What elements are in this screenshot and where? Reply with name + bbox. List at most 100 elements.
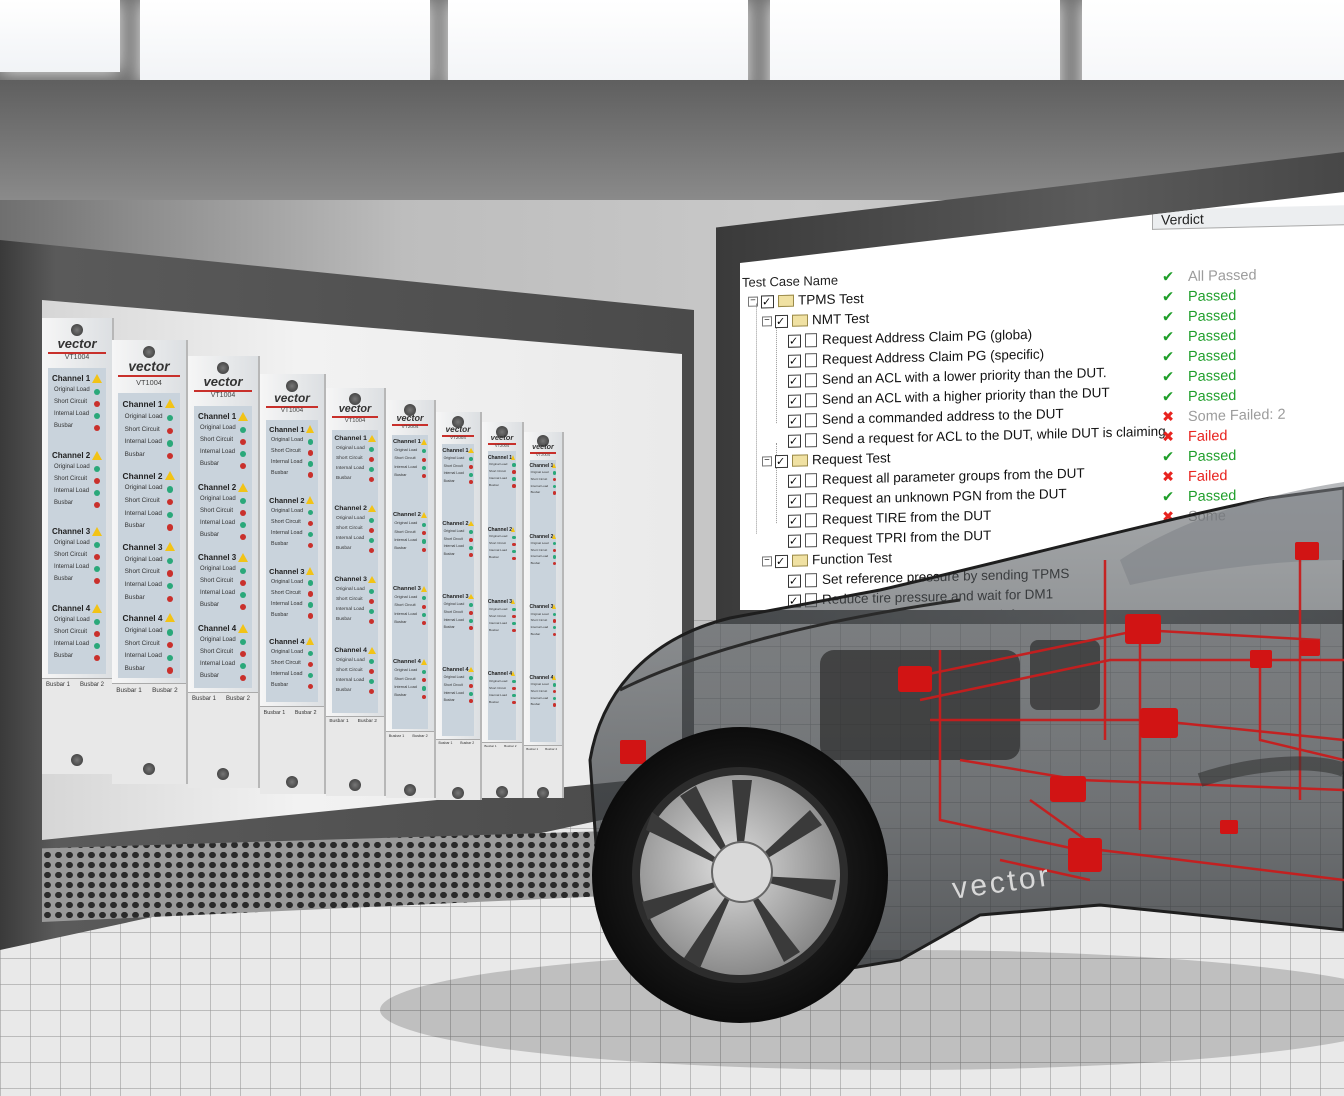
test-name: Send an ACL with a higher priority than … bbox=[822, 384, 1110, 407]
test-checkbox[interactable] bbox=[788, 474, 801, 488]
channel-label: Channel 1 bbox=[52, 374, 91, 383]
channel-sub-label: Internal Load bbox=[530, 695, 549, 700]
channel-label: Channel 2 bbox=[529, 533, 554, 540]
test-checkbox[interactable] bbox=[788, 534, 801, 548]
channel-sub-label: Short Circuit bbox=[394, 603, 416, 608]
cross-icon: ✖ bbox=[1162, 469, 1175, 486]
channel-sub-label: Internal Load bbox=[124, 652, 162, 660]
channel-sub-label: Short Circuit bbox=[443, 682, 463, 687]
status-led-icon bbox=[307, 461, 314, 467]
rack-module: vector VT2004 Channel 1 Original Load Short … bbox=[524, 432, 564, 798]
busbar-label: Busbar 1 bbox=[116, 686, 142, 694]
channel-sub-label: Original Load bbox=[443, 456, 465, 461]
check-icon: ✔ bbox=[1162, 369, 1175, 386]
channel-sub-label: Internal Load bbox=[124, 509, 162, 517]
test-name: Send a commanded address to the DUT bbox=[822, 406, 1064, 427]
test-name: Request TIRE from the DUT bbox=[822, 507, 992, 527]
channel-sub-label: Original Load bbox=[271, 649, 304, 656]
test-checkbox[interactable] bbox=[788, 574, 801, 588]
tree-connector bbox=[756, 303, 757, 534]
channel-sub-label: Short Circuit bbox=[54, 399, 88, 405]
rack-module: vector VT1004 Channel 1 Original Load Short … bbox=[188, 356, 260, 788]
module-model: VT2004 bbox=[494, 443, 510, 448]
module-model: VT2004 bbox=[535, 452, 550, 457]
status-led-icon bbox=[512, 556, 516, 561]
channel-sub-label: Original Load bbox=[530, 682, 549, 687]
channel-sub-label: Busbar bbox=[394, 693, 407, 698]
verdict-text: Passed bbox=[1188, 287, 1237, 306]
channel-sub-label: Busbar bbox=[443, 479, 455, 484]
test-checkbox[interactable] bbox=[788, 434, 801, 448]
verdict-cell: ✔ Passed bbox=[1162, 446, 1236, 468]
warning-icon bbox=[367, 576, 376, 584]
test-checkbox[interactable] bbox=[788, 334, 801, 348]
test-checkbox[interactable] bbox=[775, 454, 788, 469]
channel-sub-label: Original Load bbox=[336, 587, 365, 592]
channel-sub-label: Busbar bbox=[54, 652, 74, 659]
channel-sub-label: Internal Load bbox=[336, 677, 365, 683]
verdict-cell: ✔ All Passed bbox=[1162, 265, 1257, 287]
channel-sub-label: Internal Load bbox=[489, 548, 507, 553]
channel-sub-label: Original Load bbox=[489, 534, 508, 539]
channel-sub-label: Short Circuit bbox=[394, 676, 416, 681]
status-led-icon bbox=[307, 591, 314, 597]
channel-label: Channel 1 bbox=[529, 463, 554, 470]
test-case-row[interactable]: Request TPRI from the DUT bbox=[788, 526, 991, 551]
channel-sub-label: Busbar bbox=[336, 687, 352, 693]
busbar-label: Busbar 1 bbox=[526, 746, 539, 751]
test-checkbox[interactable] bbox=[788, 374, 801, 388]
status-led-icon bbox=[240, 533, 246, 540]
test-case-icon bbox=[805, 533, 817, 548]
collapse-toggle-icon[interactable]: − bbox=[762, 556, 772, 567]
verdict-text: Passed bbox=[1188, 447, 1237, 466]
module-screw-icon bbox=[217, 768, 229, 780]
test-checkbox[interactable] bbox=[788, 594, 801, 608]
channel-sub-label: Internal Load bbox=[530, 625, 549, 629]
status-led-icon bbox=[422, 604, 427, 609]
status-led-icon bbox=[94, 618, 100, 625]
test-checkbox[interactable] bbox=[788, 394, 801, 408]
warning-icon bbox=[467, 666, 474, 672]
status-led-icon bbox=[552, 619, 557, 623]
test-case-name-header[interactable]: Test Case Name bbox=[740, 264, 1142, 292]
channel-label: Channel 1 bbox=[334, 434, 367, 442]
channel-sub-label: Short Circuit bbox=[271, 660, 301, 667]
channel-sub-label: Busbar bbox=[271, 682, 289, 689]
warning-icon bbox=[551, 604, 556, 610]
status-led-icon bbox=[240, 497, 246, 504]
test-checkbox[interactable] bbox=[761, 295, 774, 309]
warning-icon bbox=[164, 541, 175, 551]
test-checkbox[interactable] bbox=[788, 494, 801, 508]
channel-sub-label: Original Load bbox=[54, 387, 90, 393]
test-group-row[interactable]: − TPMS Test bbox=[748, 289, 864, 312]
check-icon: ✔ bbox=[1162, 269, 1175, 286]
channel-label: Channel 2 bbox=[52, 450, 91, 460]
collapse-toggle-icon[interactable]: − bbox=[748, 296, 758, 308]
cross-icon: ✖ bbox=[1162, 409, 1175, 426]
channel-sub-label: Original Load bbox=[394, 521, 418, 526]
warning-icon bbox=[305, 425, 314, 434]
status-led-icon bbox=[240, 604, 246, 610]
warning-icon bbox=[92, 450, 102, 460]
status-led-icon bbox=[512, 679, 516, 684]
channel-sub-label: Original Load bbox=[124, 627, 163, 635]
test-name: Request an unknown PGN from the DUT bbox=[822, 486, 1067, 507]
channel-sub-label: Short Circuit bbox=[54, 475, 88, 482]
channel-sub-label: Internal Load bbox=[271, 529, 303, 536]
test-checkbox[interactable] bbox=[788, 414, 801, 428]
rack-module: vector VT1004 Channel 1 Original Load Short … bbox=[326, 388, 386, 796]
test-checkbox[interactable] bbox=[775, 554, 788, 569]
collapse-toggle-icon[interactable]: − bbox=[762, 316, 772, 327]
status-led-icon bbox=[240, 650, 246, 657]
warning-icon bbox=[467, 447, 474, 453]
test-checkbox[interactable] bbox=[788, 514, 801, 528]
test-group-row[interactable]: − NMT Test bbox=[762, 309, 869, 332]
busbar-label: Busbar 2 bbox=[357, 719, 377, 725]
test-checkbox[interactable] bbox=[788, 354, 801, 368]
status-led-icon bbox=[94, 465, 100, 472]
status-led-icon bbox=[94, 542, 100, 548]
test-checkbox[interactable] bbox=[775, 314, 788, 329]
collapse-toggle-icon[interactable]: − bbox=[762, 456, 772, 467]
channel-sub-label: Original Load bbox=[271, 437, 304, 444]
lab-scene: vector VT1004 Channel 1 Original Load Short … bbox=[0, 0, 1344, 1096]
